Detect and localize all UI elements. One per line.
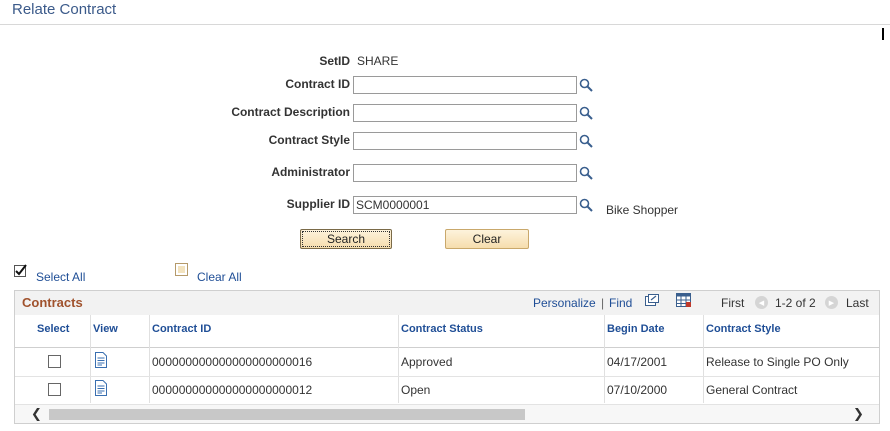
contract-style-cell: General Contract xyxy=(706,383,798,397)
page-range: 1-2 of 2 xyxy=(775,296,816,310)
contract-style-label: Contract Style xyxy=(268,133,350,147)
first-link: First xyxy=(721,296,745,310)
new-window-icon[interactable] xyxy=(645,294,659,310)
contract-id-label: Contract ID xyxy=(285,77,350,91)
col-begin-date[interactable]: Begin Date xyxy=(607,323,664,335)
setid-value: SHARE xyxy=(357,54,399,68)
select-all-link[interactable]: Select All xyxy=(36,270,85,284)
administrator-input[interactable] xyxy=(353,164,577,182)
contract-id-cell: 000000000000000000000016 xyxy=(152,355,313,369)
last-link: Last xyxy=(846,296,869,310)
clear-all-link[interactable]: Clear All xyxy=(197,270,242,284)
row-select-checkbox[interactable] xyxy=(48,355,61,368)
contract-description-label: Contract Description xyxy=(231,105,350,119)
scroll-right-icon[interactable]: ❯ xyxy=(853,406,864,422)
row-select-checkbox[interactable] xyxy=(48,383,61,396)
administrator-label: Administrator xyxy=(271,165,350,179)
next-page-icon[interactable]: ▶ xyxy=(825,296,838,309)
previous-page-icon[interactable]: ◀ xyxy=(755,296,768,309)
supplier-id-input[interactable] xyxy=(353,196,577,214)
contract-id-lookup-icon[interactable] xyxy=(579,78,593,92)
table-row: 000000000000000000000016 Approved 04/17/… xyxy=(15,348,879,377)
supplier-name: Bike Shopper xyxy=(606,203,679,217)
table-row: 000000000000000000000012 Open 07/10/2000… xyxy=(15,376,879,405)
contracts-grid: Contracts Personalize | Find First ◀ 1-2… xyxy=(14,290,880,424)
scroll-marker xyxy=(882,28,884,40)
search-button[interactable]: Search xyxy=(300,229,392,249)
grid-header-bar: Contracts Personalize | Find First ◀ 1-2… xyxy=(15,291,879,316)
contract-status-cell: Open xyxy=(401,383,431,397)
contract-status-cell: Approved xyxy=(401,355,453,369)
setid-label: SetID xyxy=(319,54,350,68)
document-icon[interactable] xyxy=(95,380,107,399)
header-separator: | xyxy=(601,296,605,310)
scrollbar-thumb[interactable] xyxy=(49,409,525,420)
col-contract-status[interactable]: Contract Status xyxy=(401,323,483,335)
contract-style-lookup-icon[interactable] xyxy=(579,134,593,148)
find-link[interactable]: Find xyxy=(609,296,632,310)
column-header-row: Select View Contract ID Contract Status … xyxy=(15,315,879,348)
col-view: View xyxy=(93,323,118,335)
select-all-checkbox[interactable] xyxy=(14,264,28,278)
col-select: Select xyxy=(37,323,70,335)
clear-button[interactable]: Clear xyxy=(445,229,529,249)
horizontal-scrollbar[interactable]: ❮ ❯ xyxy=(15,405,879,423)
supplier-id-label: Supplier ID xyxy=(286,197,350,211)
clear-all-checkbox[interactable] xyxy=(175,263,189,277)
spreadsheet-icon[interactable] xyxy=(676,293,692,311)
document-icon[interactable] xyxy=(95,352,107,371)
personalize-link[interactable]: Personalize xyxy=(533,296,596,310)
begin-date-cell: 04/17/2001 xyxy=(607,355,668,369)
contract-description-lookup-icon[interactable] xyxy=(579,106,593,120)
contract-id-cell: 000000000000000000000012 xyxy=(152,383,313,397)
contract-style-cell: Release to Single PO Only xyxy=(706,355,849,369)
grid-title: Contracts xyxy=(22,295,83,310)
contract-id-input[interactable] xyxy=(353,76,577,94)
page-title: Relate Contract xyxy=(12,1,117,18)
begin-date-cell: 07/10/2000 xyxy=(607,383,668,397)
administrator-lookup-icon[interactable] xyxy=(579,166,593,180)
contract-style-input[interactable] xyxy=(353,132,577,150)
supplier-id-lookup-icon[interactable] xyxy=(579,198,593,212)
col-contract-style[interactable]: Contract Style xyxy=(706,323,781,335)
scroll-left-icon[interactable]: ❮ xyxy=(31,406,42,422)
col-contract-id[interactable]: Contract ID xyxy=(152,323,211,335)
contract-description-input[interactable] xyxy=(353,104,577,122)
title-divider xyxy=(0,24,890,25)
